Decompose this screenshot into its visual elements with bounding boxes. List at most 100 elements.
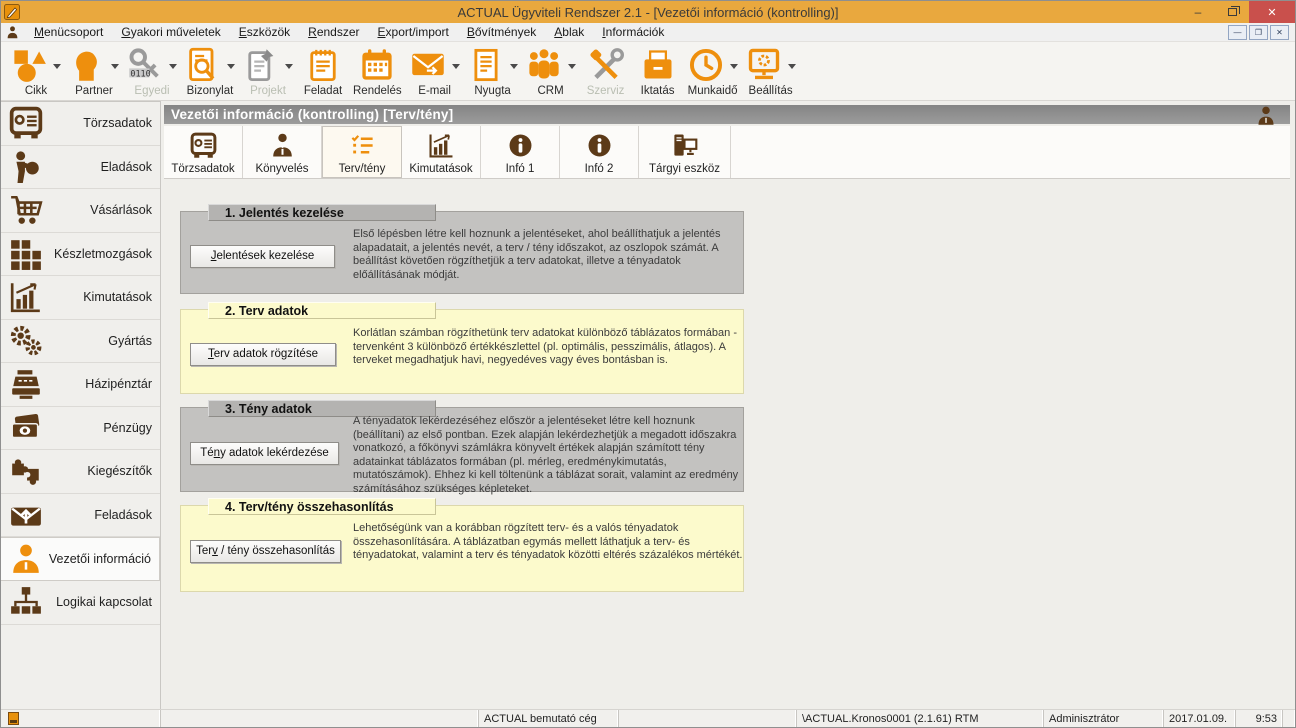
toolbar-item-cikk[interactable]: Cikk [7, 46, 65, 97]
chevron-down-icon[interactable] [53, 64, 61, 69]
toolbar-item-beallitas[interactable]: Beállítás [742, 46, 800, 97]
menu-menucsoport[interactable]: Menücsoport [25, 23, 112, 42]
toolbar-label: Feladat [304, 85, 342, 97]
terv-adatok-rogzitese-button[interactable]: Terv adatok rögzítése [190, 343, 336, 366]
toolbar-item-feladat[interactable]: Feladat [297, 46, 349, 97]
toolbar-item-szerviz[interactable]: Szerviz [580, 46, 632, 97]
envelope-icon [410, 47, 446, 83]
sidebar-item-hazipenztar[interactable]: Házipénztár [1, 363, 160, 407]
section-terv-adatok: 2. Terv adatok Terv adatok rögzítése Kor… [180, 309, 744, 394]
section-jelentes-kezelese: 1. Jelentés kezelése Jelentések kezelése… [180, 211, 744, 294]
sidebar-item-vasarlasok[interactable]: Vásárlások [1, 189, 160, 233]
menu-bovitmenyek[interactable]: Bővítmények [458, 23, 545, 42]
status-text: 9:53 [1256, 713, 1277, 725]
toolbar-item-iktatas[interactable]: Iktatás [632, 46, 684, 97]
menu-informaciok[interactable]: Információk [593, 23, 673, 42]
envelope-up-icon [9, 498, 43, 532]
status-user: Adminisztrátor [1044, 710, 1164, 727]
sidebar-item-kiegeszitok[interactable]: Kiegészítők [1, 450, 160, 494]
mdi-restore-button[interactable]: ❐ [1249, 25, 1268, 40]
notepad-icon [305, 47, 341, 83]
toolbar-label: Iktatás [641, 85, 675, 97]
tab-targyi-eszkoz[interactable]: Tárgyi eszköz [639, 126, 731, 178]
chevron-down-icon[interactable] [285, 64, 293, 69]
teny-adatok-lekerdezese-button[interactable]: Tény adatok lekérdezése [190, 442, 339, 465]
toolbar-item-email[interactable]: E-mail [406, 46, 464, 97]
section-title: 4. Terv/tény összehasonlítás [208, 498, 436, 515]
toolbar-label: Nyugta [474, 85, 510, 97]
menu-person-icon [6, 26, 19, 39]
sidebar-item-feladasok[interactable]: Feladások [1, 494, 160, 538]
tab-label: Terv/tény [339, 163, 386, 175]
sidebar-item-penzugy[interactable]: Pénzügy [1, 407, 160, 451]
application-window: ACTUAL Ügyviteli Rendszer 2.1 - [Vezetői… [0, 0, 1296, 728]
person-info-icon [269, 132, 296, 159]
mdi-close-button[interactable]: ✕ [1270, 25, 1289, 40]
sidebar-item-label: Feladások [43, 508, 152, 522]
tab-info-1[interactable]: Infó 1 [481, 126, 560, 178]
sidebar-item-torzsadatok[interactable]: Törzsadatok [1, 102, 160, 146]
sidebar-item-label: Kiegészítők [43, 464, 152, 478]
chevron-down-icon[interactable] [730, 64, 738, 69]
sidebar-item-eladasok[interactable]: Eladások [1, 146, 160, 190]
sidebar-item-keszletmozgasok[interactable]: Készletmozgások [1, 233, 160, 277]
sidebar-item-label: Eladások [43, 160, 152, 174]
toolbar-label: Partner [75, 85, 113, 97]
chevron-down-icon[interactable] [510, 64, 518, 69]
toolbar-item-rendeles[interactable]: Rendelés [349, 46, 406, 97]
cash-register-icon [9, 367, 43, 401]
document-pin-icon [243, 47, 279, 83]
menu-export-import[interactable]: Export/import [369, 23, 458, 42]
toolbar-label: Szerviz [587, 85, 625, 97]
tab-info-2[interactable]: Infó 2 [560, 126, 639, 178]
sidebar-item-gyartas[interactable]: Gyártás [1, 320, 160, 364]
main-panel: Vezetői információ (kontrolling) [Terv/t… [162, 101, 1295, 709]
tab-kimutatasok[interactable]: Kimutatások [402, 126, 481, 178]
section-description: Korlátlan számban rögzíthetünk terv adat… [353, 327, 745, 368]
toolbar-label: Rendelés [353, 85, 402, 97]
tab-label: Infó 2 [585, 163, 614, 175]
status-cell [161, 710, 479, 727]
chevron-down-icon[interactable] [788, 64, 796, 69]
tab-terv-teny[interactable]: Terv/tény [322, 126, 402, 178]
toolbar-item-munkaido[interactable]: Munkaidő [684, 46, 742, 97]
toolbar-label: Bizonylat [187, 85, 234, 97]
section-title: 2. Terv adatok [208, 302, 436, 319]
cart-icon [9, 193, 43, 227]
tools-icon [588, 47, 624, 83]
mdi-minimize-button[interactable]: — [1228, 25, 1247, 40]
status-time: 9:53 [1236, 710, 1283, 727]
jelentesek-kezelese-button[interactable]: Jelentések kezelése [190, 245, 335, 268]
chevron-down-icon[interactable] [169, 64, 177, 69]
toolbar-label: Munkaidő [688, 85, 738, 97]
sidebar-item-vezetoi-informacio[interactable]: Vezetői információ [1, 537, 160, 581]
computer-icon [671, 132, 698, 159]
menu-gyakori-muveletek[interactable]: Gyakori műveletek [112, 23, 229, 42]
menu-ablak[interactable]: Ablak [545, 23, 593, 42]
status-cell [619, 710, 797, 727]
toolbar-item-projekt[interactable]: Projekt [239, 46, 297, 97]
salesman-icon [9, 150, 43, 184]
toolbar-item-partner[interactable]: Partner [65, 46, 123, 97]
chevron-down-icon[interactable] [111, 64, 119, 69]
toolbar-item-egyedi[interactable]: 0110 Egyedi [123, 46, 181, 97]
sidebar-item-logikai-kapcsolat[interactable]: Logikai kapcsolat [1, 581, 160, 625]
bar-chart-icon [428, 132, 455, 159]
chevron-down-icon[interactable] [568, 64, 576, 69]
sidebar-item-kimutatasok[interactable]: Kimutatások [1, 276, 160, 320]
terv-teny-osszehasonlitas-button[interactable]: Terv / tény összehasonlítás [190, 540, 341, 563]
menu-rendszer[interactable]: Rendszer [299, 23, 368, 42]
toolbar-item-crm[interactable]: CRM [522, 46, 580, 97]
status-text: ACTUAL bemutató cég [484, 713, 597, 725]
menu-eszkozok[interactable]: Eszközök [230, 23, 299, 42]
chevron-down-icon[interactable] [452, 64, 460, 69]
tab-konyveles[interactable]: Könyvelés [243, 126, 322, 178]
chevron-down-icon[interactable] [227, 64, 235, 69]
toolbar-item-bizonylat[interactable]: Bizonylat [181, 46, 239, 97]
tab-torzsadatok[interactable]: Törzsadatok [164, 126, 243, 178]
sidebar-item-label: Kimutatások [43, 290, 152, 304]
content-area: 1. Jelentés kezelése Jelentések kezelése… [164, 179, 1290, 709]
menu-bar: Menücsoport Gyakori műveletek Eszközök R… [1, 23, 1295, 42]
sidebar-item-label: Logikai kapcsolat [43, 595, 152, 609]
toolbar-item-nyugta[interactable]: Nyugta [464, 46, 522, 97]
